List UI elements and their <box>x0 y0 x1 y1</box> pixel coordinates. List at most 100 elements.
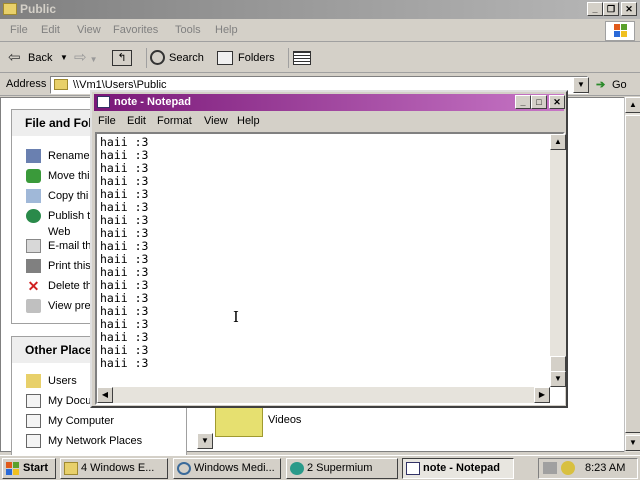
go-arrow-icon: ➔ <box>596 79 606 91</box>
scroll-up-button[interactable]: ▲ <box>625 97 640 113</box>
menu-edit[interactable]: Edit <box>41 24 60 36</box>
taskbar-windows-explorer[interactable]: 4 Windows E... <box>60 458 168 479</box>
close-button[interactable]: ✕ <box>621 2 637 16</box>
menu-file[interactable]: File <box>10 24 28 36</box>
address-dropdown-button[interactable]: ▼ <box>573 77 589 93</box>
notepad-menu-bar: File Edit Format View Help <box>94 112 564 131</box>
taskbar-windows-media-player[interactable]: Windows Medi... <box>173 458 281 479</box>
delete-x-icon: ✕ <box>27 278 40 294</box>
printer-icon <box>26 259 41 273</box>
preview-icon <box>26 299 41 313</box>
scroll-thumb[interactable] <box>625 115 640 433</box>
explorer-title-bar[interactable]: Public _ ❐ ✕ <box>0 0 640 19</box>
notepad-menu-help[interactable]: Help <box>237 115 260 127</box>
chevron-down-icon: ▼ <box>60 53 68 62</box>
go-button[interactable]: ➔ Go <box>594 77 634 93</box>
notepad-icon <box>97 96 110 108</box>
windows-flag-icon <box>6 462 20 475</box>
task-move[interactable]: Move thi <box>26 168 90 186</box>
task-rename[interactable]: Rename <box>26 148 90 166</box>
folders-button[interactable]: Folders <box>214 48 278 68</box>
content-scrollbar-bottom-arrow[interactable]: ▼ <box>197 433 213 449</box>
keyboard-icon[interactable] <box>543 462 557 474</box>
place-my-documents[interactable]: My Docu <box>26 393 91 411</box>
taskbar: Start 4 Windows E... Windows Medi... 2 S… <box>0 455 640 480</box>
notepad-scroll-left-button[interactable]: ◀ <box>97 387 113 403</box>
documents-icon <box>26 394 41 408</box>
menu-favorites[interactable]: Favorites <box>113 24 158 36</box>
forward-arrow-icon: ⇨ <box>74 49 87 66</box>
clock[interactable]: 8:23 AM <box>585 462 625 474</box>
menu-view[interactable]: View <box>77 24 101 36</box>
notepad-window: note - Notepad _ □ ✕ File Edit Format Vi… <box>90 90 568 408</box>
notepad-horizontal-scrollbar[interactable]: ◀ ▶ <box>97 387 550 403</box>
up-folder-button[interactable]: ↰ <box>112 48 136 68</box>
notepad-vertical-scrollbar[interactable]: ▲ ▼ <box>550 134 566 387</box>
task-publish[interactable]: Publish t Web <box>26 208 90 240</box>
users-folder-icon <box>26 374 41 388</box>
move-icon <box>26 169 41 183</box>
back-arrow-icon: ⇦ <box>8 49 21 66</box>
notepad-text: haii :3 haii :3 haii :3 haii :3 haii :3 … <box>100 135 149 370</box>
task-view-preview[interactable]: View pre <box>26 298 91 316</box>
menu-help[interactable]: Help <box>215 24 238 36</box>
window-title: Public <box>20 2 57 16</box>
notepad-maximize-button[interactable]: □ <box>531 95 547 109</box>
notepad-menu-format[interactable]: Format <box>157 115 192 127</box>
taskbar-supermium[interactable]: 2 Supermium <box>286 458 398 479</box>
browser-icon <box>290 462 304 475</box>
notepad-minimize-button[interactable]: _ <box>515 95 531 109</box>
task-copy[interactable]: Copy thi <box>26 188 88 206</box>
folder-icon <box>54 79 68 90</box>
computer-icon <box>26 414 41 428</box>
notepad-menu-edit[interactable]: Edit <box>127 115 146 127</box>
text-cursor-icon: I <box>233 308 239 326</box>
place-my-network[interactable]: My Network Places <box>26 433 142 451</box>
views-button[interactable]: ▼ <box>288 48 320 87</box>
notepad-menu-file[interactable]: File <box>98 115 116 127</box>
network-icon <box>26 434 41 448</box>
start-button[interactable]: Start <box>2 458 56 479</box>
explorer-toolbar: ⇦ Back ▼ ⇨ ▼ ↰ Search Folders ▼ <box>0 43 640 87</box>
network-tray-icon[interactable] <box>561 461 575 475</box>
address-label: Address <box>6 78 47 90</box>
restore-button[interactable]: ❐ <box>603 2 619 16</box>
search-icon <box>150 50 165 65</box>
menu-tools[interactable]: Tools <box>175 24 201 36</box>
media-player-icon <box>177 462 191 475</box>
task-email[interactable]: E-mail th <box>26 238 91 256</box>
task-delete[interactable]: ✕ Delete th <box>26 278 92 296</box>
place-my-computer[interactable]: My Computer <box>26 413 114 431</box>
taskbar-notepad[interactable]: note - Notepad <box>402 458 514 479</box>
windows-logo-icon <box>605 21 635 41</box>
rename-icon <box>26 149 41 163</box>
task-print[interactable]: Print this <box>26 258 91 276</box>
notepad-scroll-thumb[interactable] <box>550 356 566 372</box>
copy-icon <box>26 189 41 203</box>
vertical-scrollbar[interactable]: ▲ ▼ <box>624 97 640 452</box>
notepad-menu-view[interactable]: View <box>204 115 228 127</box>
folders-icon <box>217 51 233 65</box>
forward-button[interactable]: ⇨ ▼ <box>74 48 106 68</box>
up-folder-icon: ↰ <box>112 50 132 66</box>
notepad-title-bar[interactable]: note - Notepad _ □ ✕ <box>94 94 565 111</box>
notepad-text-area[interactable]: haii :3 haii :3 haii :3 haii :3 haii :3 … <box>95 132 566 405</box>
notepad-scroll-up-button[interactable]: ▲ <box>550 134 566 150</box>
email-icon <box>26 239 41 253</box>
globe-icon <box>26 209 41 223</box>
place-users[interactable]: Users <box>26 373 77 391</box>
notepad-scroll-down-button[interactable]: ▼ <box>550 371 566 387</box>
folder-icon <box>215 405 263 437</box>
folder-icon <box>64 462 78 475</box>
chevron-down-icon: ▼ <box>89 55 98 64</box>
folder-item-videos[interactable]: Videos <box>215 405 335 445</box>
search-button[interactable]: Search <box>146 48 208 68</box>
notepad-icon <box>406 462 420 475</box>
notepad-scroll-right-button[interactable]: ▶ <box>534 387 550 403</box>
minimize-button[interactable]: _ <box>587 2 603 16</box>
folder-icon <box>3 3 17 15</box>
scroll-down-button[interactable]: ▼ <box>625 435 640 451</box>
notepad-close-button[interactable]: ✕ <box>549 95 565 109</box>
system-tray: 8:23 AM <box>538 458 638 479</box>
back-button[interactable]: ⇦ Back ▼ <box>6 48 68 68</box>
